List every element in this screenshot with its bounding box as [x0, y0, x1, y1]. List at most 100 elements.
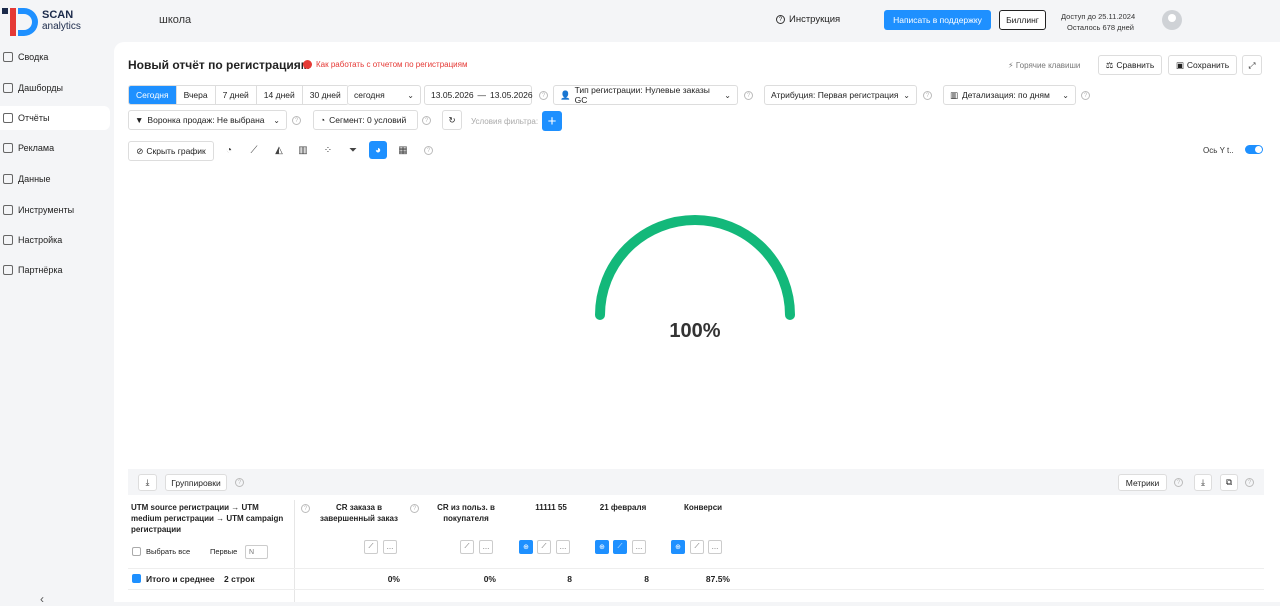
metrics-button[interactable]: Метрики	[1118, 474, 1167, 491]
detail-select[interactable]: ▥ Детализация: по дням ⌄	[943, 85, 1076, 105]
axis-y-toggle[interactable]	[1245, 145, 1263, 154]
gauge-value: 100%	[669, 320, 721, 342]
avatar[interactable]	[1162, 10, 1182, 30]
help-icon[interactable]: ?	[1174, 478, 1183, 487]
column-header-feb21[interactable]: 21 февраля	[596, 502, 650, 513]
hide-chart-button[interactable]: ⊘ Скрыть график	[128, 141, 214, 161]
total-11111: 8	[567, 574, 572, 584]
howto-label: Как работать с отчетом по регистрациям	[316, 60, 468, 69]
sidebar-item-summary[interactable]: Сводка	[0, 45, 110, 69]
sidebar-item-label: Партнёрка	[18, 265, 63, 275]
period-select[interactable]: сегодня ⌄	[347, 85, 421, 105]
add-filter-button[interactable]: +	[542, 111, 562, 131]
first-n-input[interactable]	[245, 545, 268, 559]
compare-icon: ⚖	[1105, 59, 1114, 70]
column-header-11111[interactable]: 11111 55	[526, 502, 576, 513]
help-icon[interactable]: ?	[422, 116, 431, 125]
sidebar-item-partners[interactable]: Партнёрка	[0, 258, 110, 282]
registration-type-select[interactable]: 👤 Тип регистрации: Нулевые заказы GC ⌄	[553, 85, 738, 105]
help-icon[interactable]: ?	[923, 91, 932, 100]
fullscreen-button[interactable]: ⤢	[1242, 55, 1262, 75]
howto-link[interactable]: Как работать с отчетом по регистрациям	[303, 60, 467, 69]
column-header-cr-buyer[interactable]: CR из польз. в покупателя	[430, 502, 502, 524]
gauge-chart-icon[interactable]: ◕	[369, 141, 387, 159]
chevron-down-icon: ⌄	[903, 90, 910, 100]
sidebar-item-reports[interactable]: Отчёты	[0, 106, 110, 130]
period-today[interactable]: Сегодня	[129, 86, 177, 104]
scatter-chart-icon[interactable]: ⁘	[319, 141, 337, 159]
column-target-icon[interactable]: ⊕	[519, 540, 533, 554]
grid-view-icon[interactable]: ▦	[394, 141, 412, 159]
column-target-icon[interactable]: ⊕	[671, 540, 685, 554]
bar-chart-icon[interactable]: ▥	[294, 141, 312, 159]
area-chart-icon[interactable]: ◭	[270, 141, 288, 159]
column-chart-icon[interactable]: ⟋	[613, 540, 627, 554]
instruction-link[interactable]: ? Инструкция	[776, 14, 840, 25]
help-icon[interactable]: ?	[235, 478, 244, 487]
sidebar-item-data[interactable]: Данные	[0, 167, 110, 191]
sidebar: Сводка Дашборды Отчёты Реклама Данные Ин…	[0, 42, 112, 602]
compare-button[interactable]: ⚖ Сравнить	[1098, 55, 1162, 75]
instruction-label: Инструкция	[789, 14, 841, 25]
segment-select[interactable]: ◔ Сегмент: 0 условий	[313, 110, 418, 130]
export-button[interactable]: ⤓	[1194, 474, 1212, 491]
column-target-icon[interactable]: ⊕	[595, 540, 609, 554]
copy-button[interactable]: ⧉	[1220, 474, 1238, 491]
column-more-icon[interactable]: …	[708, 540, 722, 554]
sidebar-item-ads[interactable]: Реклама	[0, 136, 110, 160]
workspace-name[interactable]: школа	[159, 14, 191, 26]
table-toolbar: ⤓ Группировки ? Метрики ? ⤓ ⧉ ?	[128, 469, 1264, 495]
hotkeys-label: Горячие клавиши	[1015, 61, 1081, 70]
help-icon[interactable]: ?	[1081, 91, 1090, 100]
ads-icon	[3, 143, 13, 153]
help-icon[interactable]: ?	[410, 504, 419, 513]
support-button[interactable]: Написать в поддержку	[884, 10, 991, 30]
help-icon[interactable]: ?	[539, 91, 548, 100]
period-7-days[interactable]: 7 дней	[215, 86, 257, 104]
funnel-chart-icon[interactable]: ⏷	[344, 141, 362, 159]
select-all-checkbox[interactable]	[132, 547, 141, 556]
column-more-icon[interactable]: …	[632, 540, 646, 554]
help-icon[interactable]: ?	[301, 504, 310, 513]
save-button[interactable]: ▣ Сохранить	[1168, 55, 1237, 75]
download-button[interactable]: ⤓	[138, 474, 157, 491]
column-chart-icon[interactable]: ⟋	[460, 540, 474, 554]
column-more-icon[interactable]: …	[556, 540, 570, 554]
funnel-select[interactable]: ▼ Воронка продаж: Не выбрана ⌄	[128, 110, 287, 130]
compare-label: Сравнить	[1116, 60, 1155, 70]
column-more-icon[interactable]: …	[383, 540, 397, 554]
groupings-button[interactable]: Группировки	[165, 474, 227, 491]
period-14-days[interactable]: 14 дней	[256, 86, 303, 104]
help-icon[interactable]: ?	[1245, 478, 1254, 487]
period-30-days[interactable]: 30 дней	[302, 86, 348, 104]
select-all-label: Выбрать все	[146, 547, 191, 556]
sidebar-item-settings[interactable]: Настройка	[0, 228, 110, 252]
column-chart-icon[interactable]: ⟋	[537, 540, 551, 554]
funnel-value: Воронка продаж: Не выбрана	[147, 115, 265, 125]
hotkeys-link[interactable]: ⚡ Горячие клавиши	[1008, 61, 1080, 70]
column-more-icon[interactable]: …	[479, 540, 493, 554]
column-chart-icon[interactable]: ⟋	[690, 540, 704, 554]
logo[interactable]: SCAN analytics	[0, 4, 110, 38]
attribution-select[interactable]: Атрибуция: Первая регистрация ⌄	[764, 85, 917, 105]
date-range-picker[interactable]: 13.05.2026 — 13.05.2026	[424, 85, 533, 105]
line-chart-icon[interactable]: ⟋	[245, 141, 263, 159]
period-yesterday[interactable]: Вчера	[176, 86, 216, 104]
help-icon[interactable]: ?	[424, 146, 433, 155]
column-header-cr-order[interactable]: CR заказа в завершенный заказ	[314, 502, 404, 524]
group-column-header[interactable]: UTM source регистрации → UTM medium реги…	[131, 502, 291, 535]
help-icon[interactable]: ?	[744, 91, 753, 100]
billing-button[interactable]: Биллинг	[999, 10, 1046, 30]
sidebar-item-dashboards[interactable]: Дашборды	[0, 76, 110, 100]
column-chart-icon[interactable]: ⟋	[364, 540, 378, 554]
total-checkbox[interactable]	[132, 574, 141, 583]
chevron-down-icon: ⌄	[724, 90, 731, 100]
column-header-conversion[interactable]: Конверси	[676, 502, 730, 513]
logo-icon	[2, 8, 38, 36]
sidebar-item-tools[interactable]: Инструменты	[0, 198, 110, 222]
refresh-button[interactable]: ↻	[442, 110, 462, 130]
pie-chart-icon[interactable]: ◔	[220, 141, 238, 159]
help-icon[interactable]: ?	[292, 116, 301, 125]
date-to: 13.05.2026	[490, 90, 533, 100]
collapse-sidebar-icon[interactable]: ‹	[40, 592, 44, 606]
